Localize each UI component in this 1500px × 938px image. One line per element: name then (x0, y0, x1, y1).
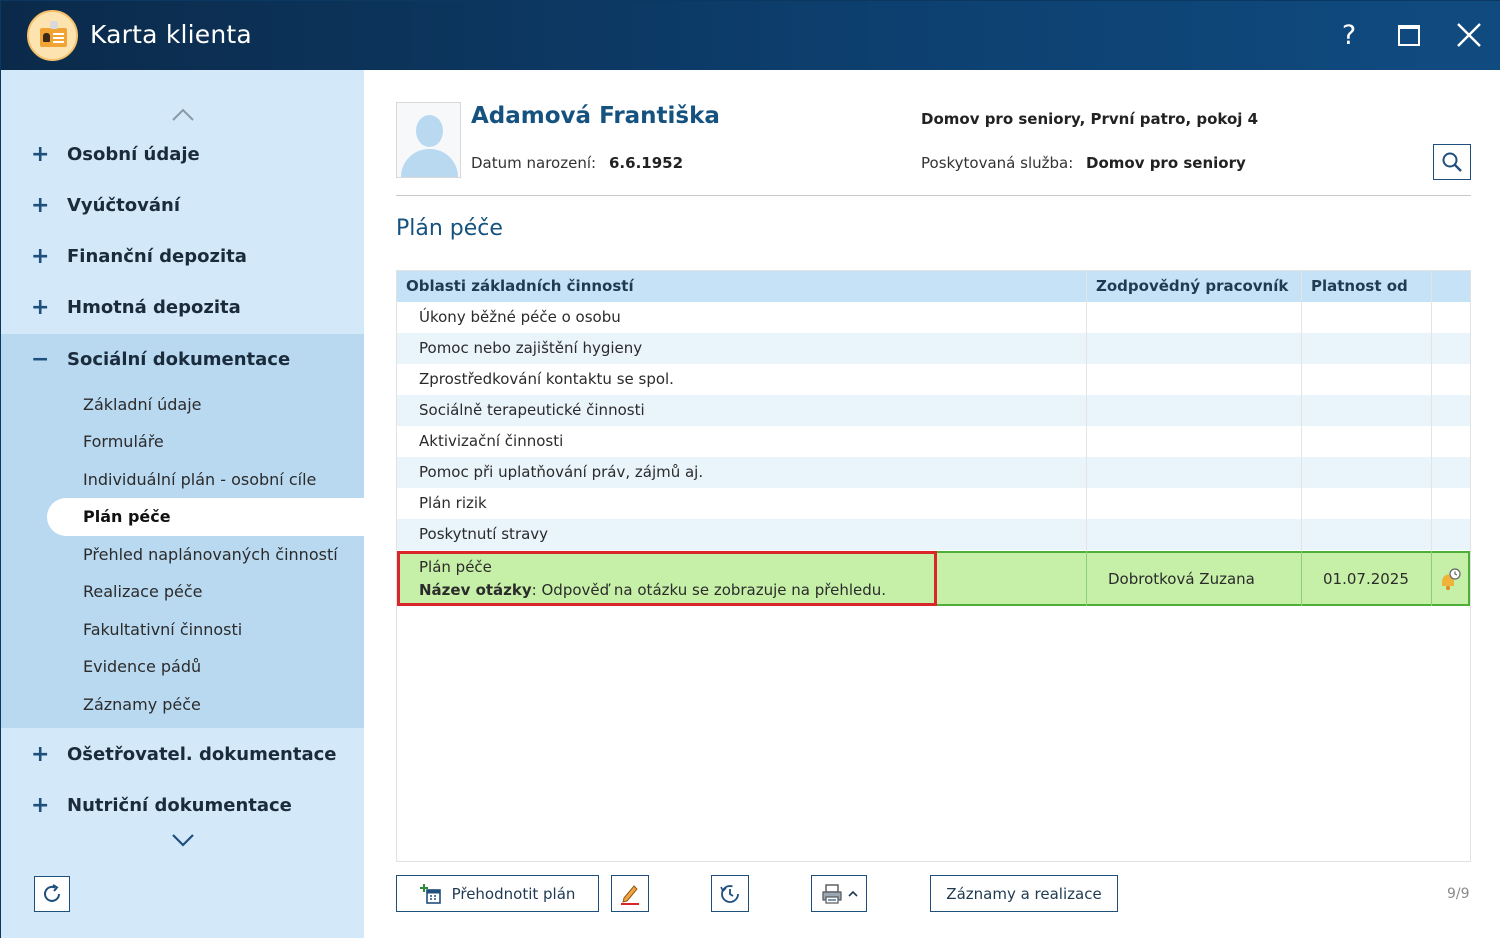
pencil-icon (621, 884, 639, 905)
row-worker: Dobrotková Zuzana (1108, 570, 1255, 588)
expand-icon: + (31, 193, 50, 218)
row-area-name: Poskytnutí stravy (419, 525, 549, 543)
expand-icon: + (31, 244, 50, 269)
chevron-down-icon[interactable] (171, 832, 195, 848)
calendar-add-icon (419, 883, 441, 904)
birth-date-label: Datum narození: (471, 154, 597, 172)
close-icon (1457, 23, 1481, 47)
sub-item-fakultativni-cinnosti[interactable]: Fakultativní činnosti (83, 620, 242, 639)
table-row[interactable]: Úkony běžné péče o osobu (397, 302, 1470, 333)
row-area-name: Pomoc při uplatňování práv, zájmů aj. (419, 463, 704, 481)
sub-item-realizace-pece[interactable]: Realizace péče (83, 582, 203, 601)
refresh-icon (44, 884, 60, 902)
row-area-name: Úkony běžné péče o osobu (419, 308, 621, 326)
table-row[interactable]: Pomoc při uplatňování práv, zájmů aj. (397, 457, 1470, 488)
sidebar-item-label: Ošetřovatel. dokumentace (67, 744, 337, 765)
row-area-name: Aktivizační činnosti (419, 432, 564, 450)
help-button[interactable]: ? (1329, 15, 1369, 55)
avatar (396, 102, 461, 178)
sub-item-zaznamy-pece[interactable]: Záznamy péče (83, 695, 201, 714)
row-area-name: Sociálně terapeutické činnosti (419, 401, 645, 419)
row-question: Název otázky: Odpověď na otázku se zobra… (419, 581, 886, 599)
sidebar-item-socialni-dokumentace[interactable]: − Sociální dokumentace (1, 334, 364, 385)
table-row[interactable]: Aktivizační činnosti (397, 426, 1470, 457)
title-bar: Karta klienta ? (1, 1, 1500, 70)
column-header-areas[interactable]: Oblasti základních činností (406, 277, 634, 295)
print-button[interactable] (811, 875, 867, 912)
sub-item-evidence-padu[interactable]: Evidence pádů (83, 657, 201, 676)
main-panel: Adamová Františka Datum narození: 6.6.19… (364, 70, 1500, 938)
printer-icon (822, 883, 842, 904)
sidebar-item-label: Osobní údaje (67, 144, 200, 165)
refresh-button[interactable] (34, 876, 70, 912)
page-counter: 9/9 (1447, 886, 1470, 902)
sidebar-item-osobni-udaje[interactable]: + Osobní údaje (1, 129, 364, 180)
sidebar-item-hmotna-depozita[interactable]: + Hmotná depozita (1, 282, 364, 333)
client-card-window: Karta klienta ? + Osobní údaje + Vyúčtov… (0, 0, 1500, 938)
row-valid-from: 01.07.2025 (1323, 570, 1409, 588)
sidebar-item-osetrovatel-dokumentace[interactable]: + Ošetřovatel. dokumentace (1, 729, 364, 780)
sub-item-formulare[interactable]: Formuláře (83, 432, 164, 451)
sub-item-prehled-cinnosti[interactable]: Přehled naplánovaných činností (83, 545, 338, 564)
sub-item-plan-pece[interactable]: Plán péče (83, 507, 171, 526)
header-divider (396, 195, 1471, 196)
section-title: Plán péče (396, 216, 503, 241)
question-label: Název otázky (419, 581, 532, 599)
table-row-selected[interactable]: Plán péče Název otázky: Odpověď na otázk… (397, 551, 1470, 606)
records-label: Záznamy a realizace (946, 884, 1102, 903)
sub-item-zakladni-udaje[interactable]: Základní údaje (83, 395, 202, 414)
row-area-name: Pomoc nebo zajištění hygieny (419, 339, 643, 357)
expand-icon: + (31, 142, 50, 167)
sidebar: + Osobní údaje + Vyúčtování + Finanční d… (1, 70, 364, 938)
sidebar-item-label: Finanční depozita (67, 246, 247, 267)
chevron-up-icon (848, 890, 858, 897)
help-icon: ? (1341, 19, 1357, 51)
maximize-button[interactable] (1389, 15, 1429, 55)
window-title: Karta klienta (90, 20, 252, 49)
edit-button[interactable] (611, 875, 649, 912)
sidebar-item-label: Nutriční dokumentace (67, 795, 292, 816)
records-button[interactable]: Záznamy a realizace (930, 875, 1118, 912)
table-row[interactable]: Poskytnutí stravy (397, 519, 1470, 550)
sidebar-item-financni-depozita[interactable]: + Finanční depozita (1, 231, 364, 282)
birth-date-value: 6.6.1952 (609, 154, 684, 172)
expand-icon: + (31, 295, 50, 320)
table-row[interactable]: Zprostředkování kontaktu se spol. (397, 364, 1470, 395)
history-button[interactable] (711, 875, 749, 912)
sidebar-item-label: Hmotná depozita (67, 297, 241, 318)
sidebar-item-nutricni-dokumentace[interactable]: + Nutriční dokumentace (1, 780, 364, 831)
client-location: Domov pro seniory, První patro, pokoj 4 (921, 110, 1259, 128)
collapse-icon: − (31, 347, 50, 372)
sidebar-item-label: Vyúčtování (67, 195, 180, 216)
service-label: Poskytovaná služba: (921, 154, 1074, 172)
search-button[interactable] (1433, 144, 1471, 180)
app-logo-icon (27, 10, 78, 61)
table-row[interactable]: Plán rizik (397, 488, 1470, 519)
expand-icon: + (31, 742, 50, 767)
table-header: Oblasti základních činností Zodpovědný p… (397, 271, 1470, 302)
question-text: : Odpověď na otázku se zobrazuje na přeh… (531, 581, 887, 599)
search-icon (1442, 152, 1462, 172)
care-plan-table: Oblasti základních činností Zodpovědný p… (396, 270, 1471, 862)
column-header-worker[interactable]: Zodpovědný pracovník (1096, 277, 1288, 295)
maximize-icon (1398, 24, 1420, 46)
sub-item-individualni-plan[interactable]: Individuální plán - osobní cíle (83, 470, 316, 489)
row-area-name: Zprostředkování kontaktu se spol. (419, 370, 674, 388)
client-name: Adamová Františka (471, 103, 720, 129)
row-area-name: Plán péče (419, 558, 492, 576)
row-area-name: Plán rizik (419, 494, 487, 512)
sidebar-item-label: Sociální dokumentace (67, 349, 291, 370)
renew-plan-label: Přehodnotit plán (451, 884, 576, 903)
history-icon (720, 884, 739, 903)
column-header-valid-from[interactable]: Platnost od (1311, 277, 1408, 295)
chevron-up-icon[interactable] (171, 106, 195, 122)
close-button[interactable] (1449, 15, 1489, 55)
table-row[interactable]: Pomoc nebo zajištění hygieny (397, 333, 1470, 364)
bell-icon[interactable] (1438, 568, 1462, 592)
table-row[interactable]: Sociálně terapeutické činnosti (397, 395, 1470, 426)
renew-plan-button[interactable]: Přehodnotit plán (396, 875, 599, 912)
expand-icon: + (31, 793, 50, 818)
service-value: Domov pro seniory (1086, 154, 1246, 172)
sidebar-item-vyuctovani[interactable]: + Vyúčtování (1, 180, 364, 231)
